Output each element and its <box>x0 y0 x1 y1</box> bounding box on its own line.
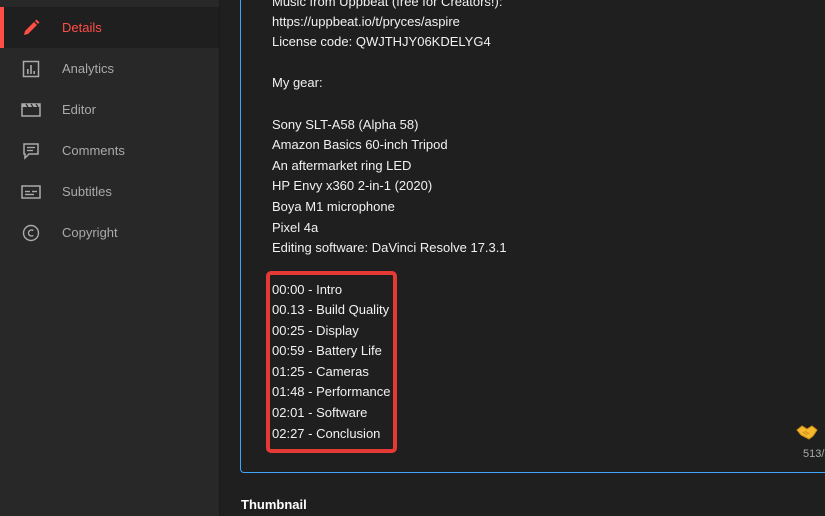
editor-icon <box>20 99 42 121</box>
description-line: An aftermarket ring LED <box>272 158 412 173</box>
description-line: Boya M1 microphone <box>272 199 395 214</box>
sidebar-item-label: Analytics <box>62 61 115 76</box>
sidebar-item-label: Subtitles <box>62 184 112 199</box>
description-line: License code: QWJTHJY06KDELYG4 <box>272 34 491 49</box>
timestamps-highlight-box <box>266 271 397 453</box>
description-line: Pixel 4a <box>272 220 319 235</box>
description-line: Sony SLT-A58 (Alpha 58) <box>272 117 419 132</box>
sidebar-item-editor[interactable]: Editor <box>0 89 219 130</box>
description-line: HP Envy x360 2-in-1 (2020) <box>272 178 433 193</box>
description-line: My gear: <box>272 75 323 90</box>
sidebar-item-copyright[interactable]: Copyright <box>0 212 219 253</box>
sidebar-item-comments[interactable]: Comments <box>0 130 219 171</box>
sidebar-item-label: Editor <box>62 102 96 117</box>
thumbnail-heading: Thumbnail <box>241 497 307 512</box>
description-line: Amazon Basics 60-inch Tripod <box>272 137 448 152</box>
comments-icon <box>20 140 42 162</box>
sidebar-item-subtitles[interactable]: Subtitles <box>0 171 219 212</box>
analytics-icon <box>20 58 42 80</box>
description-line: Music from Uppbeat (free for Creators!): <box>272 0 503 9</box>
copyright-icon <box>20 222 42 244</box>
sidebar-item-label: Details <box>62 20 102 35</box>
character-count: 513/5000 <box>803 448 825 460</box>
sidebar-item-analytics[interactable]: Analytics <box>0 48 219 89</box>
description-line: https://uppbeat.io/t/pryces/aspire <box>272 14 460 29</box>
main-content: Music from Uppbeat (free for Creators!):… <box>220 0 825 516</box>
sidebar-item-label: Comments <box>62 143 125 158</box>
subtitles-icon <box>20 181 42 203</box>
sidebar-item-label: Copyright <box>62 225 118 240</box>
description-line: Editing software: DaVinci Resolve 17.3.1 <box>272 240 507 255</box>
handshake-icon[interactable] <box>796 423 818 441</box>
sidebar: Details Analytics Editor Comments Subtit… <box>0 0 220 516</box>
sidebar-item-details[interactable]: Details <box>0 7 219 48</box>
pencil-icon <box>20 17 42 39</box>
description-textarea[interactable]: Music from Uppbeat (free for Creators!):… <box>240 0 825 473</box>
